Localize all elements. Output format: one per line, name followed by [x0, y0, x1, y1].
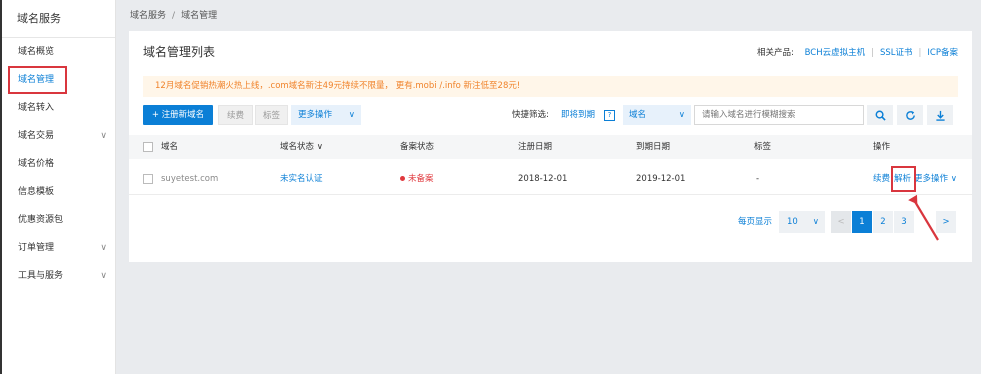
annotation-highlight-box — [8, 66, 67, 94]
sidebar-title: 域名服务 — [0, 0, 115, 38]
column-header-registered: 注册日期 — [518, 142, 553, 152]
help-icon[interactable]: ? — [604, 110, 615, 121]
column-header-actions: 操作 — [873, 142, 891, 152]
page-3-button[interactable]: 3 — [894, 211, 914, 233]
table-header: 域名 域名状态 ∨ 备案状态 注册日期 到期日期 标签 操作 — [129, 135, 972, 159]
search-input[interactable] — [694, 105, 864, 125]
search-type-value: 域名 — [629, 110, 647, 120]
breadcrumb: 域名服务 / 域名管理 — [116, 0, 981, 32]
page-title: 域名管理列表 — [143, 45, 216, 59]
domain-list-panel: 域名管理列表 相关产品: BCH云虚拟主机 | SSL证书 | ICP备案 12月域名促… — [129, 31, 972, 262]
status-dot-icon — [400, 176, 405, 181]
sidebar-item-label: 信息模板 — [18, 187, 55, 197]
related-link-bch-hosting[interactable]: BCH云虚拟主机 — [805, 48, 866, 58]
row-checkbox[interactable] — [143, 174, 153, 184]
sidebar-item-domain-trade[interactable]: 域名交易 ∨ — [0, 123, 115, 149]
download-icon[interactable] — [927, 105, 953, 125]
tag-value: - — [756, 174, 760, 184]
page-size-select[interactable]: 10 ∨ — [779, 211, 825, 233]
chevron-down-icon: ∨ — [812, 217, 819, 227]
page-1-button[interactable]: 1 — [852, 211, 872, 233]
sidebar-item-label: 工具与服务 — [18, 271, 64, 281]
chevron-down-icon: ∨ — [348, 110, 355, 120]
column-header-filing-status: 备案状态 — [400, 142, 435, 152]
sidebar-item-orders[interactable]: 订单管理 ∨ — [0, 235, 115, 261]
sidebar-item-tools[interactable]: 工具与服务 ∨ — [0, 263, 115, 289]
chevron-down-icon: ∨ — [100, 271, 107, 281]
sidebar-item-overview[interactable]: 域名概览 — [0, 39, 115, 65]
column-header-domain: 域名 — [161, 142, 179, 152]
quick-filter-expiring[interactable]: 即将到期 — [561, 105, 595, 125]
related-label: 相关产品: — [757, 48, 794, 58]
table-row: suyetest.com 未实名认证 未备案 2018-12-01 2019-1… — [129, 163, 972, 195]
related-link-icp[interactable]: ICP备案 — [927, 48, 958, 58]
expiry-date: 2019-12-01 — [636, 174, 686, 184]
more-actions-link[interactable]: 更多操作 ∨ — [914, 163, 957, 195]
sidebar-item-transfer-in[interactable]: 域名转入 — [0, 95, 115, 121]
column-header-label: 域名状态 — [280, 142, 315, 152]
refresh-icon[interactable] — [897, 105, 923, 125]
column-header-domain-status[interactable]: 域名状态 ∨ — [280, 135, 323, 159]
breadcrumb-current: 域名管理 — [181, 11, 218, 21]
chevron-down-icon: ∨ — [316, 142, 323, 152]
more-actions-label: 更多操作 — [914, 174, 949, 184]
next-page-button[interactable]: > — [936, 211, 956, 233]
sidebar-item-info-template[interactable]: 信息模板 — [0, 179, 115, 205]
registered-date: 2018-12-01 — [518, 174, 568, 184]
per-page-label: 每页显示 — [738, 217, 773, 227]
filing-status: 未备案 — [400, 163, 434, 195]
sidebar-item-label: 优惠资源包 — [18, 215, 64, 225]
quick-filter-label: 快捷筛选: — [512, 110, 549, 120]
tag-button[interactable]: 标签 — [255, 105, 288, 125]
chevron-down-icon: ∨ — [950, 174, 957, 184]
column-header-expires: 到期日期 — [636, 142, 671, 152]
breadcrumb-separator: / — [172, 11, 176, 21]
more-actions-label: 更多操作 — [298, 110, 333, 120]
chevron-down-icon: ∨ — [100, 131, 107, 141]
sidebar-item-label: 订单管理 — [18, 243, 55, 253]
sidebar-item-label: 域名价格 — [18, 159, 55, 169]
sidebar-item-resource-pack[interactable]: 优惠资源包 — [0, 207, 115, 233]
filing-status-label: 未备案 — [408, 174, 434, 184]
sidebar-item-label: 域名交易 — [18, 131, 55, 141]
domain-status-link[interactable]: 未实名认证 — [280, 163, 323, 195]
page-2-button[interactable]: 2 — [873, 211, 893, 233]
link-divider: | — [871, 48, 875, 58]
more-actions-button[interactable]: 更多操作 ∨ — [291, 105, 361, 125]
search-type-select[interactable]: 域名 ∨ — [623, 105, 691, 125]
prev-page-button[interactable]: < — [831, 211, 851, 233]
promo-notice: 12月域名促销热潮火热上线，.com域名新注49元持续不限量， 更有.mobi … — [143, 76, 958, 97]
domain-name: suyetest.com — [161, 174, 219, 184]
sidebar-item-label: 域名概览 — [18, 47, 55, 57]
chevron-down-icon: ∨ — [678, 110, 685, 120]
search-icon[interactable] — [867, 105, 893, 125]
renew-link[interactable]: 续费 — [873, 163, 890, 195]
column-header-tag: 标签 — [754, 142, 772, 152]
related-link-ssl[interactable]: SSL证书 — [880, 48, 913, 58]
link-divider: | — [918, 48, 922, 58]
related-products: 相关产品: BCH云虚拟主机 | SSL证书 | ICP备案 — [757, 46, 958, 58]
chevron-down-icon: ∨ — [100, 243, 107, 253]
sidebar: 域名服务 域名概览 域名管理 域名转入 域名交易 ∨ 域名价格 信息模板 优惠资源… — [0, 0, 116, 374]
select-all-checkbox[interactable] — [143, 142, 153, 152]
sidebar-item-label: 域名转入 — [18, 103, 55, 113]
register-domain-button[interactable]: + 注册新域名 — [143, 105, 213, 125]
sidebar-item-domain-price[interactable]: 域名价格 — [0, 151, 115, 177]
breadcrumb-root[interactable]: 域名服务 — [130, 11, 166, 21]
annotation-highlight-box — [891, 166, 916, 192]
renew-button[interactable]: 续费 — [218, 105, 253, 125]
page-size-value: 10 — [787, 217, 798, 227]
